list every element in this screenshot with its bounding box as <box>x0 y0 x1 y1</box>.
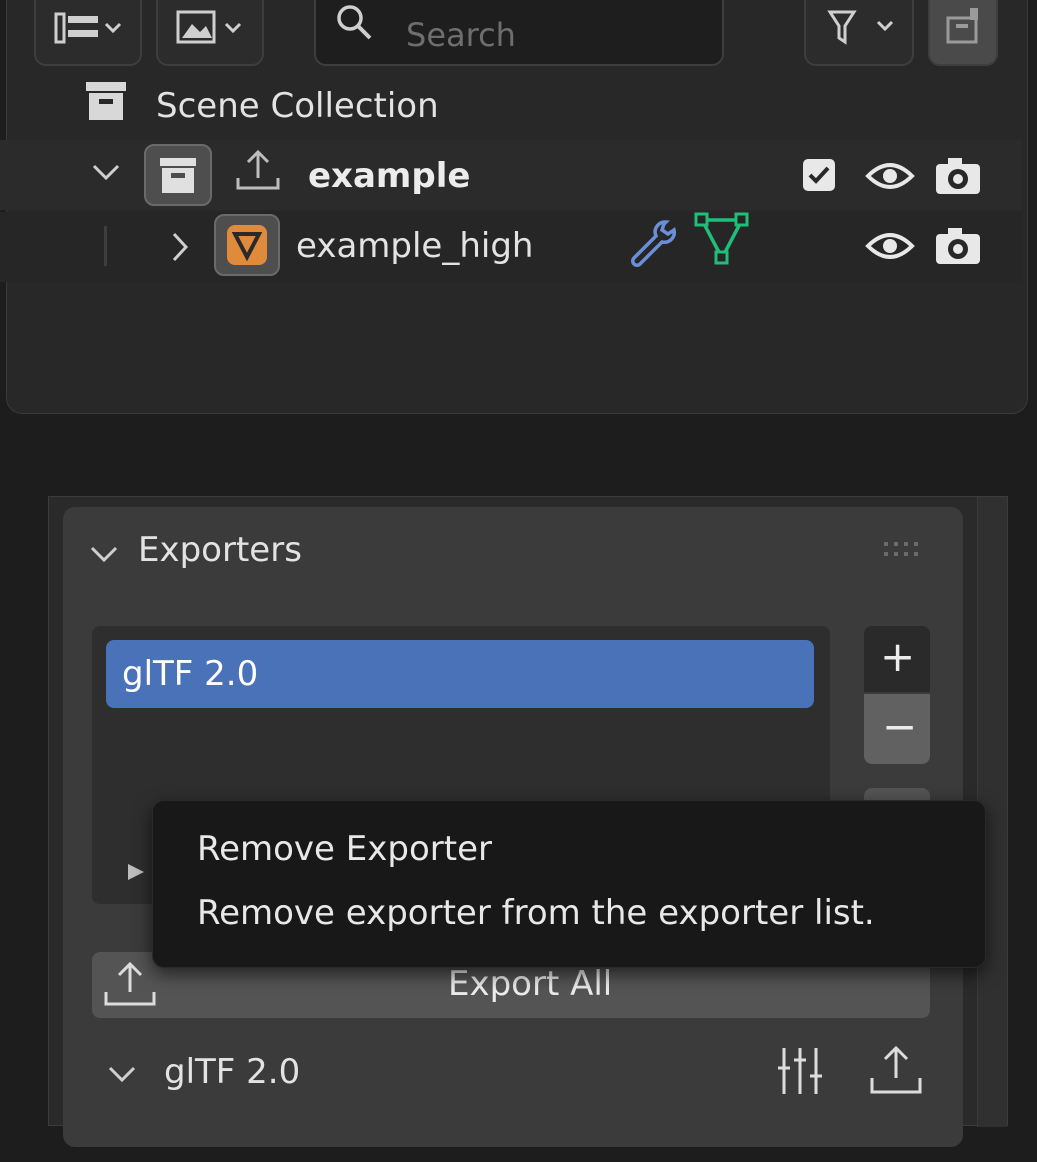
exporter-list-item[interactable]: glTF 2.0 <box>106 640 814 708</box>
collection-box-icon <box>86 82 126 120</box>
mesh-object-icon <box>227 225 267 265</box>
filter-dropdown[interactable] <box>804 0 914 66</box>
chevron-down-icon[interactable] <box>90 544 120 564</box>
search-input[interactable]: Search <box>314 0 724 66</box>
tooltip-description: Remove exporter from the exporter list. <box>197 893 875 933</box>
example-collection-label: example <box>308 156 471 196</box>
export-collection-icon[interactable] <box>234 148 282 192</box>
outliner-display-icon <box>54 12 122 44</box>
collection-toggle-button[interactable] <box>144 144 212 206</box>
search-placeholder: Search <box>406 16 516 54</box>
camera-render-icon[interactable] <box>934 156 982 196</box>
exporter-item-label: glTF 2.0 <box>122 654 259 694</box>
collection-box-icon <box>160 158 196 193</box>
funnel-icon <box>827 10 894 45</box>
object-toggle-button[interactable] <box>214 214 280 276</box>
checkbox-checked-icon[interactable] <box>802 158 838 194</box>
tooltip-title: Remove Exporter <box>197 829 492 869</box>
filter-scenes-dropdown[interactable] <box>156 0 264 66</box>
gltf-subpanel-title[interactable]: glTF 2.0 <box>164 1052 300 1092</box>
tree-line <box>104 226 107 266</box>
settings-sliders-icon[interactable] <box>778 1046 822 1098</box>
drag-handle-icon[interactable] <box>884 542 928 558</box>
new-collection-button[interactable] <box>928 0 998 66</box>
export-icon <box>104 961 156 1006</box>
remove-exporter-button[interactable]: − <box>864 694 930 764</box>
chevron-right-icon[interactable] <box>170 232 190 262</box>
add-exporter-button[interactable]: + <box>864 626 930 692</box>
eye-visible-icon[interactable] <box>865 160 915 192</box>
mesh-data-icon[interactable] <box>694 212 750 268</box>
image-stack-icon <box>176 10 242 44</box>
scene-collection-label: Scene Collection <box>156 86 439 126</box>
search-icon <box>337 5 372 40</box>
display-mode-dropdown[interactable] <box>34 0 142 66</box>
chevron-down-icon[interactable] <box>108 1064 138 1084</box>
new-collection-icon <box>946 8 978 44</box>
chevron-down-icon[interactable] <box>92 162 120 182</box>
eye-visible-icon[interactable] <box>865 230 915 262</box>
tooltip: Remove Exporter Remove exporter from the… <box>152 800 986 968</box>
example-high-label: example_high <box>296 226 534 266</box>
triangle-right-icon[interactable] <box>126 862 146 882</box>
camera-render-icon[interactable] <box>934 226 982 266</box>
exporters-panel-title[interactable]: Exporters <box>138 530 302 570</box>
wrench-icon[interactable] <box>626 218 676 267</box>
export-all-label: Export All <box>448 964 613 1004</box>
export-icon[interactable] <box>868 1044 924 1096</box>
